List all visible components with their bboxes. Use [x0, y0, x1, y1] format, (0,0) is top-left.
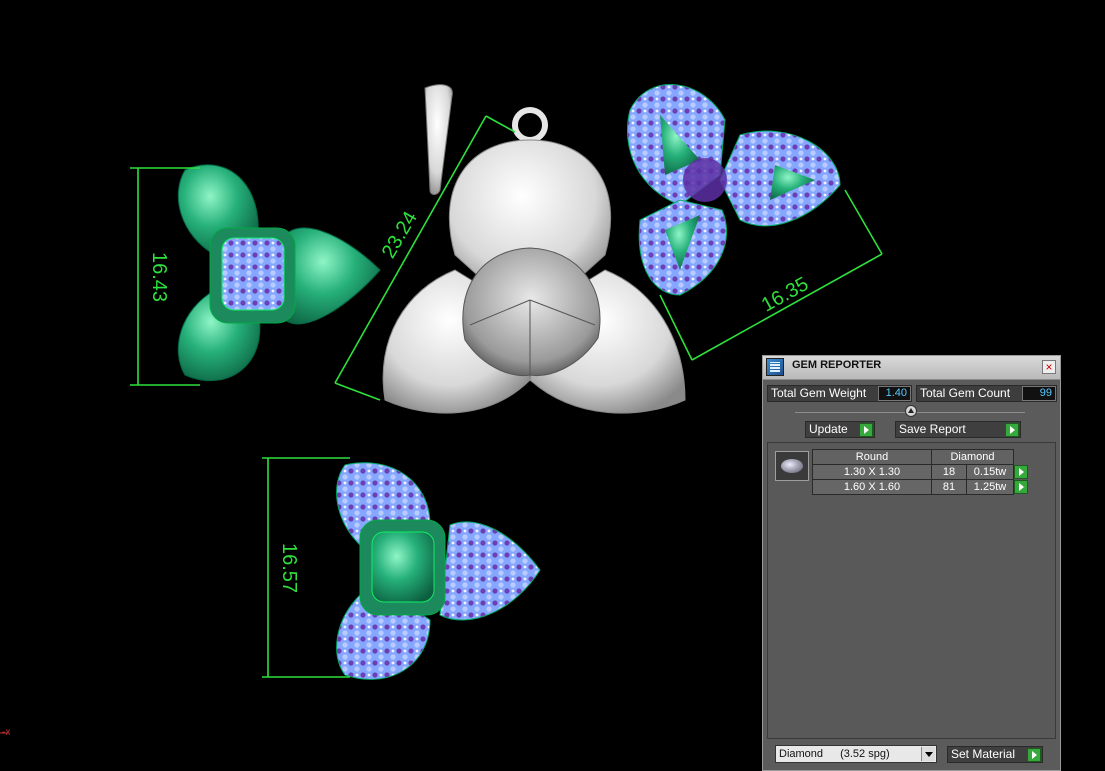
row-arrow-icon[interactable]	[1014, 465, 1028, 479]
gem-weight: 1.25tw	[966, 479, 1014, 495]
play-arrow-icon	[859, 423, 873, 437]
save-report-label: Save Report	[899, 422, 966, 436]
gem-count: 18	[931, 464, 967, 480]
material-name: Diamond	[779, 748, 824, 760]
row-arrow-icon[interactable]	[1014, 480, 1028, 494]
gem-weight: 0.15tw	[966, 464, 1014, 480]
table-row[interactable]: 1.30 X 1.30 18 0.15tw	[812, 464, 1031, 480]
material-spg: (3.52 spg)	[840, 748, 890, 760]
update-label: Update	[809, 422, 848, 436]
close-button[interactable]: ×	[1042, 360, 1056, 374]
axis-marker: -x	[2, 727, 11, 738]
gem-table: Round Diamond 1.30 X 1.30 18 0.15tw 1.60…	[812, 449, 1031, 495]
gem-size: 1.30 X 1.30	[812, 464, 932, 480]
chevron-up-icon	[908, 408, 914, 413]
gem-reporter-app-icon	[766, 358, 784, 376]
gem-list: Round Diamond 1.30 X 1.30 18 0.15tw 1.60…	[767, 442, 1056, 739]
dim-label-23-24: 23.24	[378, 208, 422, 262]
set-material-button[interactable]: Set Material	[947, 746, 1043, 763]
right-gem-view	[626, 84, 841, 296]
set-material-label: Set Material	[951, 747, 1016, 761]
collapse-toggle[interactable]	[905, 405, 917, 417]
table-row[interactable]: 1.60 X 1.60 81 1.25tw	[812, 479, 1031, 495]
play-arrow-icon	[1027, 748, 1041, 762]
dim-label-16-57: 16.57	[278, 543, 300, 593]
panel-title: GEM REPORTER	[792, 359, 882, 371]
dim-label-16-43: 16.43	[148, 252, 170, 302]
gem-reporter-titlebar[interactable]: GEM REPORTER ×	[763, 356, 1060, 380]
gem-count: 81	[931, 479, 967, 495]
update-button[interactable]: Update	[805, 421, 875, 438]
gem-reporter-panel: GEM REPORTER × Total Gem Weight 1.40 Tot…	[762, 355, 1061, 771]
dim-label-16-35: 16.35	[758, 273, 812, 317]
play-arrow-icon	[1005, 423, 1019, 437]
material-select[interactable]: Diamond (3.52 spg)	[775, 745, 937, 763]
column-header-shape: Round	[812, 449, 932, 465]
dropdown-arrow-icon[interactable]	[921, 747, 935, 761]
total-gem-weight-value: 1.40	[878, 386, 911, 401]
column-header-material: Diamond	[931, 449, 1014, 465]
round-diamond-thumbnail-icon[interactable]	[775, 451, 809, 481]
left-side-view	[177, 164, 381, 382]
gem-size: 1.60 X 1.60	[812, 479, 932, 495]
total-gem-count-value: 99	[1022, 386, 1056, 401]
save-report-button[interactable]: Save Report	[895, 421, 1021, 438]
dim-line-16-35	[691, 253, 883, 361]
bottom-gem-view	[336, 462, 541, 680]
